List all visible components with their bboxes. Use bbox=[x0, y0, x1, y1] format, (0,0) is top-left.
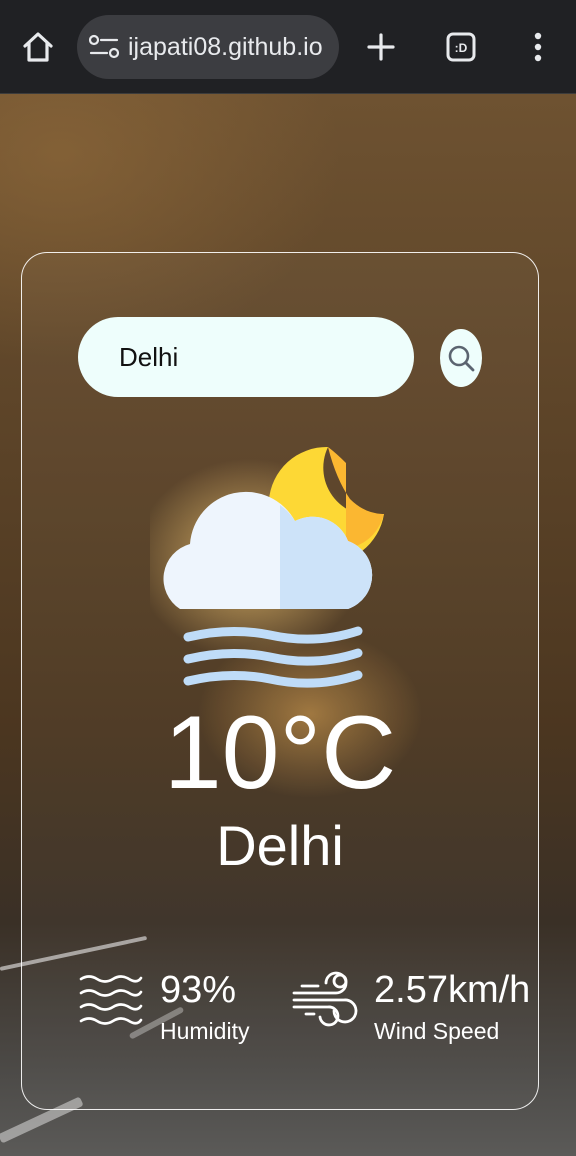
humidity-icon bbox=[79, 975, 143, 1025]
search-icon bbox=[448, 345, 475, 372]
wind-speed-value: 2.57km/h bbox=[374, 969, 531, 1011]
weather-card: 10°C Delhi 93% Humidity bbox=[21, 252, 539, 1110]
city-search-input[interactable] bbox=[78, 317, 414, 397]
address-bar[interactable]: ijapati08.github.io bbox=[77, 15, 339, 79]
search-button[interactable] bbox=[440, 329, 482, 387]
home-icon bbox=[23, 32, 53, 62]
humidity-label: Humidity bbox=[160, 1018, 250, 1044]
page: ijapati08.github.io :D Delhi 10°C Delhi … bbox=[0, 0, 576, 1156]
tab-switcher-label: :D bbox=[455, 41, 468, 55]
wind-speed-label: Wind Speed bbox=[374, 1018, 500, 1044]
more-menu-icon bbox=[534, 32, 542, 62]
temperature: 10°C bbox=[163, 695, 397, 811]
mist-night-icon bbox=[150, 446, 384, 688]
url-text[interactable]: ijapati08.github.io bbox=[128, 15, 323, 79]
more-menu-button[interactable] bbox=[509, 18, 567, 76]
humidity-value: 93% bbox=[160, 969, 237, 1011]
wind-icon bbox=[292, 971, 358, 1027]
new-tab-button[interactable] bbox=[352, 18, 410, 76]
city-name: Delhi bbox=[216, 814, 344, 877]
new-tab-icon bbox=[367, 33, 395, 61]
site-settings-icon[interactable] bbox=[89, 33, 119, 61]
tab-switcher-icon: :D bbox=[446, 32, 476, 62]
tab-switcher-button[interactable]: :D bbox=[432, 18, 490, 76]
web-content: 10°C Delhi 93% Humidity bbox=[0, 94, 576, 1156]
home-button[interactable] bbox=[9, 18, 67, 76]
browser-toolbar: ijapati08.github.io :D bbox=[0, 0, 576, 94]
